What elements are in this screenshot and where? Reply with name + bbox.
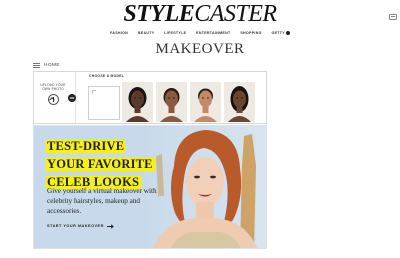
nav-item-fashion[interactable]: FASHION <box>110 31 128 35</box>
headline-line-1: TEST-DRIVE <box>45 139 127 153</box>
home-link[interactable]: HOME <box>44 63 60 68</box>
model-face-icon <box>224 82 255 122</box>
main-nav: FASHION BEAUTY LIFESTYLE ENTERTAINMENT S… <box>110 29 290 37</box>
nav-item-shopping[interactable]: SHOPPING <box>240 31 261 35</box>
model-thumbnail-4[interactable] <box>224 82 255 122</box>
logo-style-text: STYLE <box>123 1 195 27</box>
model-face-icon <box>156 82 187 122</box>
logo-caster-text: CASTER <box>194 1 277 27</box>
breadcrumb: HOME <box>33 61 268 70</box>
start-makeover-label: START YOUR MAKEOVER <box>47 224 104 228</box>
site-logo[interactable]: STYLECASTER <box>0 1 400 27</box>
model-thumbnail-3[interactable] <box>190 82 221 122</box>
nav-item-beauty[interactable]: BEAUTY <box>138 31 155 35</box>
start-makeover-button[interactable]: START YOUR MAKEOVER <box>47 224 113 228</box>
empty-model-slot[interactable] <box>88 86 120 120</box>
hamburger-icon[interactable] <box>33 63 40 68</box>
choose-model-label: CHOOSE A MODEL <box>89 74 125 78</box>
headline-line-2: YOUR FAVORITE <box>45 157 155 171</box>
model-face-icon <box>122 82 153 122</box>
nav-item-more[interactable]: GETTY <box>271 31 290 35</box>
hero-description: Give yourself a virtual makeover with ce… <box>47 187 157 215</box>
model-thumbnail-2[interactable] <box>156 82 187 122</box>
or-badge: OR <box>68 94 76 102</box>
nav-item-lifestyle[interactable]: LIFESTYLE <box>164 31 186 35</box>
dots-icon <box>285 31 290 35</box>
model-thumbnail-1[interactable] <box>122 82 153 122</box>
upload-arrow-icon[interactable] <box>48 94 59 105</box>
nav-item-entertainment[interactable]: ENTERTAINMENT <box>196 31 230 35</box>
page-title: MAKEOVER <box>155 41 245 57</box>
model-face-icon <box>190 82 221 122</box>
hero-headline: TEST-DRIVE YOUR FAVORITE CELEB LOOKS <box>45 137 155 191</box>
upload-photo-label: UPLOAD YOUR OWN PHOTO <box>40 83 66 91</box>
arrow-right-icon <box>106 225 113 227</box>
mail-icon[interactable] <box>389 14 397 20</box>
nav-item-getty: GETTY <box>271 31 285 35</box>
